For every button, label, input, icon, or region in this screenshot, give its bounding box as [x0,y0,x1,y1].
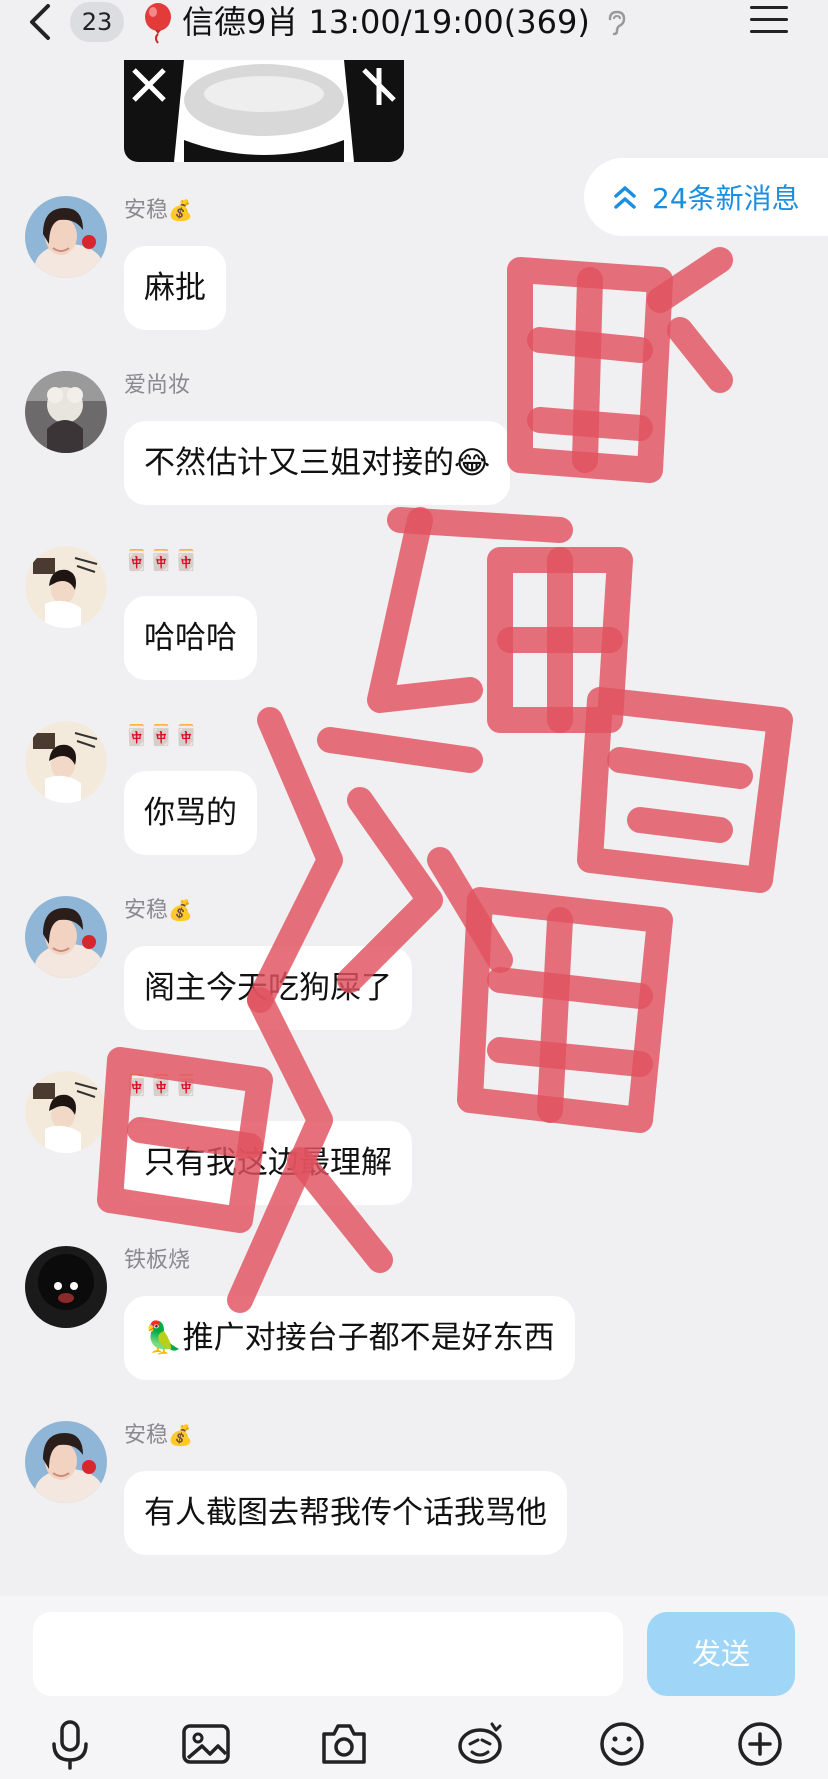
message-bubble[interactable]: 🦜推广对接台子都不是好东西 [124,1296,575,1380]
new-messages-label: 24条新消息 [652,182,800,215]
sender-name: 爱尚妆 [124,373,191,398]
message-bubble[interactable]: 哈哈哈 [124,596,257,680]
plus-icon[interactable] [732,1716,788,1772]
avatar[interactable] [25,196,107,278]
avatar[interactable] [25,721,107,803]
composer: 发送 [0,1596,828,1779]
mahjong-badge: 🀄🀄🀄 [124,548,199,572]
avatar[interactable] [25,371,107,453]
money-bag-badge: 💰 [168,198,193,222]
chat-title[interactable]: 信德9肖 13:00/19:00(369) [182,0,590,44]
sticker-image[interactable] [124,60,404,162]
avatar[interactable] [25,1421,107,1503]
sender-name: 安稳💰 [124,898,193,923]
money-bag-badge: 💰 [168,1423,193,1447]
money-bag-badge: 💰 [168,898,193,922]
sender-name: 🀄🀄🀄 [124,1069,199,1101]
avatar[interactable] [25,896,107,978]
chevron-left-icon [30,4,50,40]
avatar[interactable] [25,1246,107,1328]
composer-toolbar [0,1716,828,1776]
menu-button[interactable] [750,6,788,38]
message-bubble[interactable]: 麻批 [124,246,226,330]
message-bubble[interactable]: 阁主今天吃狗屎了 [124,946,412,1030]
message-bubble[interactable]: 只有我这边最理解 [124,1121,412,1205]
avatar[interactable] [25,546,107,628]
message-bubble[interactable]: 有人截图去帮我传个话我骂他 [124,1471,567,1555]
send-button[interactable]: 发送 [647,1612,795,1696]
ear-icon [606,10,628,36]
camera-icon[interactable] [316,1716,372,1772]
microphone-icon[interactable] [42,1716,98,1772]
mahjong-badge: 🀄🀄🀄 [124,1073,199,1097]
chat-header: 23 信德9肖 13:00/19:00(369) [0,0,828,60]
message-bubble[interactable]: 不然估计又三姐对接的😂 [124,421,511,505]
sender-name: 铁板烧 [124,1248,191,1273]
new-messages-button[interactable]: 24条新消息 [584,158,828,236]
sender-name: 🀄🀄🀄 [124,719,199,751]
avatar[interactable] [25,1071,107,1153]
sticker-icon[interactable] [452,1716,508,1772]
back-button[interactable] [24,2,60,42]
mahjong-badge: 🀄🀄🀄 [124,723,199,747]
message-input[interactable] [33,1612,623,1696]
unread-count-badge[interactable]: 23 [70,2,124,42]
emoji-icon[interactable] [594,1716,650,1772]
sender-name: 安稳💰 [124,198,193,223]
sender-name: 🀄🀄🀄 [124,544,199,576]
image-icon[interactable] [178,1716,234,1772]
sender-name: 安稳💰 [124,1423,193,1448]
double-chevron-up-icon [614,186,636,209]
message-bubble[interactable]: 你骂的 [124,771,257,855]
menu-icon [750,6,788,9]
balloon-icon [140,2,182,44]
